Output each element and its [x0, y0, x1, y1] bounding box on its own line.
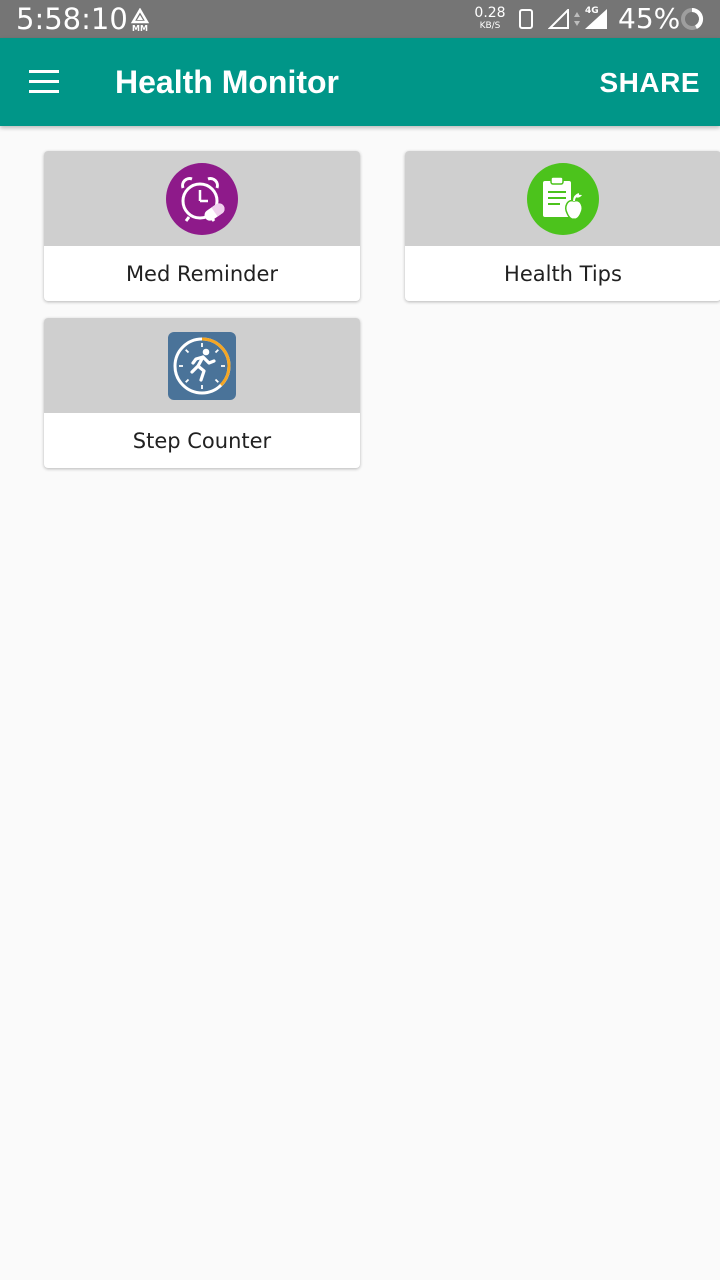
step-counter-card[interactable]: Step Counter: [44, 318, 360, 468]
speed-unit: KB/S: [479, 21, 501, 31]
mm-notification-icon: MM: [130, 8, 150, 32]
vibrate-icon: [519, 9, 533, 29]
signal-empty-icon: [548, 9, 569, 29]
card-label: Med Reminder: [125, 262, 279, 286]
share-button[interactable]: SHARE: [599, 63, 700, 103]
battery-percent: 45%: [618, 2, 681, 35]
speed-value: 0.28: [474, 5, 506, 21]
status-bar: 5:58:10 MM 0.28 KB/S 4G 45%: [0, 0, 720, 38]
med-reminder-card[interactable]: Med Reminder: [44, 151, 360, 301]
status-time: 5:58:10: [16, 2, 128, 36]
health-tips-card[interactable]: Health Tips: [405, 151, 720, 301]
alarm-clock-pill-icon: [166, 163, 238, 235]
card-banner: [44, 318, 360, 413]
stopwatch-runner-icon: [168, 332, 236, 400]
data-arrows-icon: [574, 12, 580, 26]
network-speed: 0.28 KB/S: [474, 6, 506, 31]
card-banner: [44, 151, 360, 246]
app-title: Health Monitor: [115, 64, 339, 100]
battery-ring-icon: [681, 7, 704, 30]
app-bar: Health Monitor SHARE: [0, 38, 720, 126]
card-banner: [405, 151, 720, 246]
network-type: 4G: [585, 6, 599, 16]
card-label: Step Counter: [132, 429, 272, 453]
svg-text:MM: MM: [132, 24, 148, 32]
clipboard-apple-icon: [527, 163, 599, 235]
menu-icon[interactable]: [22, 62, 66, 102]
card-label: Health Tips: [504, 262, 622, 286]
